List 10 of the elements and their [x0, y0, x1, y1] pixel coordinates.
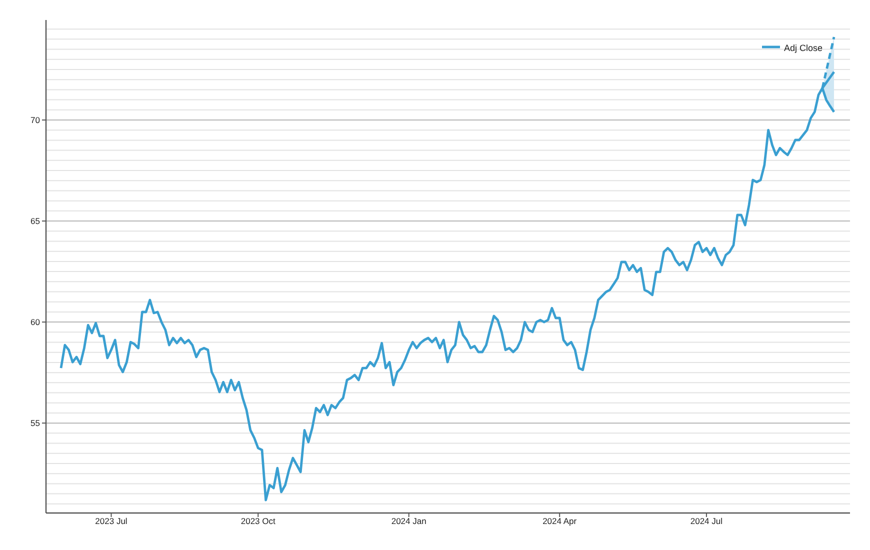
x-tick-label: 2024 Apr: [542, 516, 577, 526]
y-tick-label: 55: [30, 418, 40, 428]
x-tick-label: 2023 Oct: [240, 516, 276, 526]
y-tick-label: 60: [30, 317, 40, 328]
x-tick-label: 2023 Jul: [95, 516, 128, 526]
y-tick-label: 70: [30, 115, 40, 125]
x-tick-label: 2024 Jul: [690, 516, 723, 526]
x-tick-label: 2024 Jan: [391, 516, 426, 526]
legend-label: Adj Close: [784, 43, 823, 53]
y-tick-label: 65: [30, 216, 40, 226]
